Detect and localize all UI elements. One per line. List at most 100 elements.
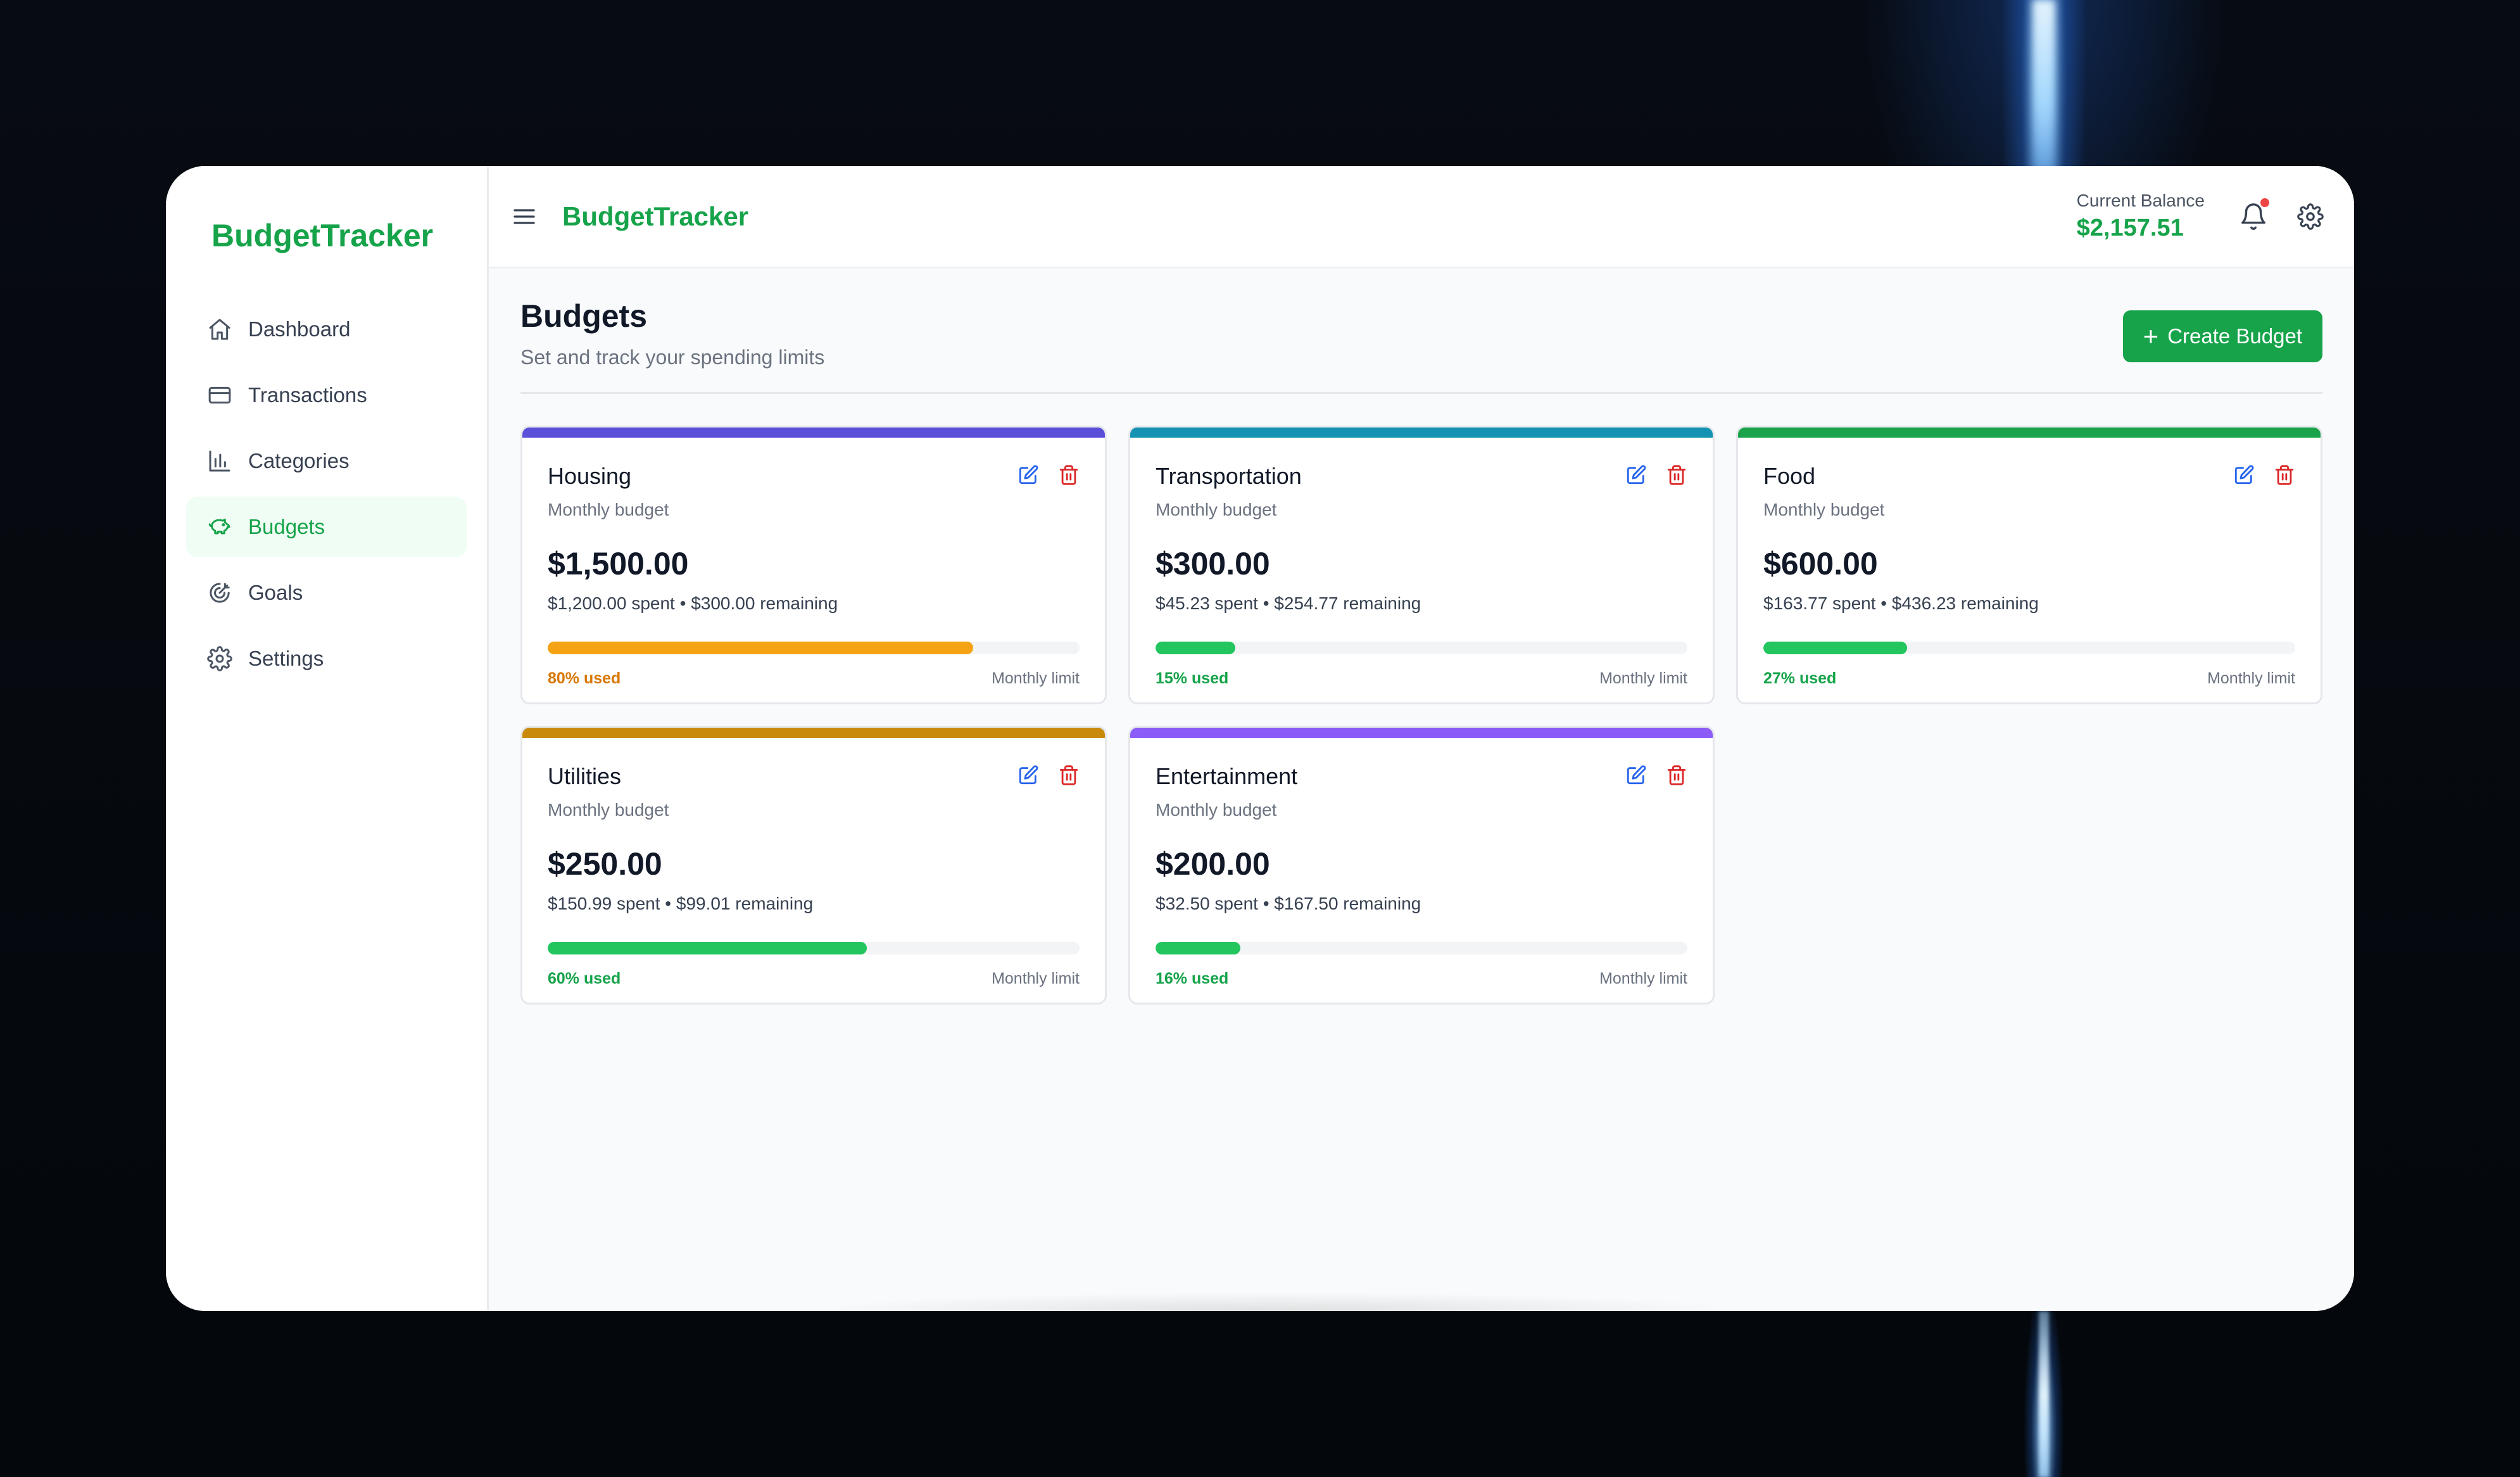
sidebar-item-label: Dashboard <box>248 317 351 341</box>
sidebar-item-budgets[interactable]: Budgets <box>186 497 467 557</box>
current-balance: Current Balance $2,157.51 <box>2077 191 2205 242</box>
sidebar-item-label: Transactions <box>248 383 367 407</box>
edit-icon[interactable] <box>1625 464 1647 486</box>
budget-remaining: $167.50 remaining <box>1274 894 1421 913</box>
budget-limit-label: Monthly limit <box>1599 970 1687 987</box>
budget-name: Utilities <box>548 763 622 789</box>
sidebar-item-label: Categories <box>248 449 350 472</box>
budget-used-label: 15% used <box>1156 669 1229 687</box>
budget-amount: $1,500.00 <box>548 546 689 581</box>
budget-amount: $600.00 <box>1763 546 1878 581</box>
budget-spent-remaining: $32.50 spent • $167.50 remaining <box>1156 894 1687 914</box>
menu-icon[interactable] <box>512 204 537 229</box>
budget-progress-fill <box>548 642 973 654</box>
sidebar-item-label: Settings <box>248 647 324 670</box>
separator-dot: • <box>1881 593 1892 613</box>
target-icon <box>206 580 233 606</box>
budget-period: Monthly budget <box>548 800 669 820</box>
separator-dot: • <box>679 593 691 613</box>
budget-card-utilities: Utilities Monthly budget $250.00 $150.99… <box>520 726 1107 1005</box>
topbar-brand[interactable]: BudgetTracker <box>562 201 748 232</box>
budget-used-label: 16% used <box>1156 970 1229 987</box>
budget-amount: $250.00 <box>548 846 662 882</box>
budget-accent-bar <box>522 428 1105 438</box>
sidebar-item-goals[interactable]: Goals <box>186 562 467 623</box>
app-window: BudgetTracker Dashboard Transactions Cat… <box>166 166 2354 1311</box>
budget-used-label: 80% used <box>548 669 621 687</box>
page-header: Budgets Set and track your spending limi… <box>520 298 2322 394</box>
budget-spent-remaining: $45.23 spent • $254.77 remaining <box>1156 593 1687 614</box>
sidebar: BudgetTracker Dashboard Transactions Cat… <box>166 166 489 1311</box>
edit-icon[interactable] <box>1017 464 1039 486</box>
separator-dot: • <box>1263 593 1275 613</box>
notifications-button[interactable] <box>2239 198 2269 231</box>
edit-icon[interactable] <box>1625 764 1647 786</box>
sidebar-item-dashboard[interactable]: Dashboard <box>186 299 467 360</box>
credit-card-icon <box>206 382 233 409</box>
budget-progress-bar <box>1763 642 2295 654</box>
budget-card-transportation: Transportation Monthly budget $300.00 $4… <box>1128 426 1715 704</box>
sidebar-brand[interactable]: BudgetTracker <box>186 210 467 261</box>
piggy-bank-icon <box>206 514 233 540</box>
home-icon <box>206 316 233 343</box>
budget-spent: $1,200.00 spent <box>548 593 675 613</box>
budget-period: Monthly budget <box>1156 800 1277 820</box>
edit-icon[interactable] <box>2233 464 2255 486</box>
trash-icon[interactable] <box>1058 464 1080 486</box>
budget-name: Housing <box>548 463 632 489</box>
budget-amount: $200.00 <box>1156 846 1270 882</box>
budget-period: Monthly budget <box>548 500 669 519</box>
balance-value: $2,157.51 <box>2076 215 2184 241</box>
budget-used-label: 27% used <box>1763 669 1837 687</box>
main-area: BudgetTracker Current Balance $2,157.51 … <box>489 166 2354 1311</box>
budget-name: Entertainment <box>1156 763 1298 789</box>
sidebar-item-label: Goals <box>248 581 303 604</box>
budget-accent-bar <box>1130 428 1713 438</box>
sidebar-item-transactions[interactable]: Transactions <box>186 365 467 426</box>
create-budget-button[interactable]: + Create Budget <box>2122 310 2322 362</box>
balance-label: Current Balance <box>2076 191 2205 210</box>
budget-spent-remaining: $163.77 spent • $436.23 remaining <box>1763 593 2295 614</box>
edit-icon[interactable] <box>1017 764 1039 786</box>
notification-dot <box>2260 198 2269 207</box>
window-shadow <box>799 1292 1749 1311</box>
light-beam-top <box>2032 0 2055 171</box>
bar-chart-icon <box>206 448 233 474</box>
separator-dot: • <box>665 894 676 913</box>
budget-remaining: $99.01 remaining <box>676 894 814 913</box>
budget-spent: $150.99 spent <box>548 894 660 913</box>
budget-progress-bar <box>548 942 1080 954</box>
page-title: Budgets <box>520 298 647 334</box>
budget-accent-bar <box>1130 728 1713 738</box>
budget-accent-bar <box>1738 428 2321 438</box>
budget-limit-label: Monthly limit <box>992 669 1080 687</box>
light-beam-bottom <box>2039 1311 2049 1477</box>
budget-progress-fill <box>1763 642 1907 654</box>
budget-accent-bar <box>522 728 1105 738</box>
trash-icon[interactable] <box>1666 764 1687 786</box>
page-content: Budgets Set and track your spending limi… <box>489 269 2354 1005</box>
budget-progress-fill <box>1156 942 1241 954</box>
trash-icon[interactable] <box>2274 464 2295 486</box>
budget-progress-bar <box>1156 942 1687 954</box>
sidebar-item-label: Budgets <box>248 515 325 538</box>
gear-icon <box>206 645 233 672</box>
budget-progress-bar <box>548 642 1080 654</box>
plus-icon: + <box>2143 321 2159 351</box>
gear-icon[interactable] <box>2297 203 2324 230</box>
trash-icon[interactable] <box>1058 764 1080 786</box>
budget-remaining: $254.77 remaining <box>1274 593 1421 613</box>
trash-icon[interactable] <box>1666 464 1687 486</box>
budget-limit-label: Monthly limit <box>992 970 1080 987</box>
budget-card-entertainment: Entertainment Monthly budget $200.00 $32… <box>1128 726 1715 1005</box>
top-bar: BudgetTracker Current Balance $2,157.51 <box>489 166 2354 269</box>
budget-name: Food <box>1763 463 1816 489</box>
sidebar-item-categories[interactable]: Categories <box>186 431 467 491</box>
budget-period: Monthly budget <box>1156 500 1277 519</box>
sidebar-item-settings[interactable]: Settings <box>186 628 467 689</box>
separator-dot: • <box>1263 894 1275 913</box>
budget-card-food: Food Monthly budget $600.00 $163.77 spen… <box>1736 426 2322 704</box>
create-budget-label: Create Budget <box>2167 324 2302 348</box>
budget-grid: Housing Monthly budget $1,500.00 $1,200.… <box>520 426 2322 1005</box>
budget-limit-label: Monthly limit <box>2207 669 2295 687</box>
